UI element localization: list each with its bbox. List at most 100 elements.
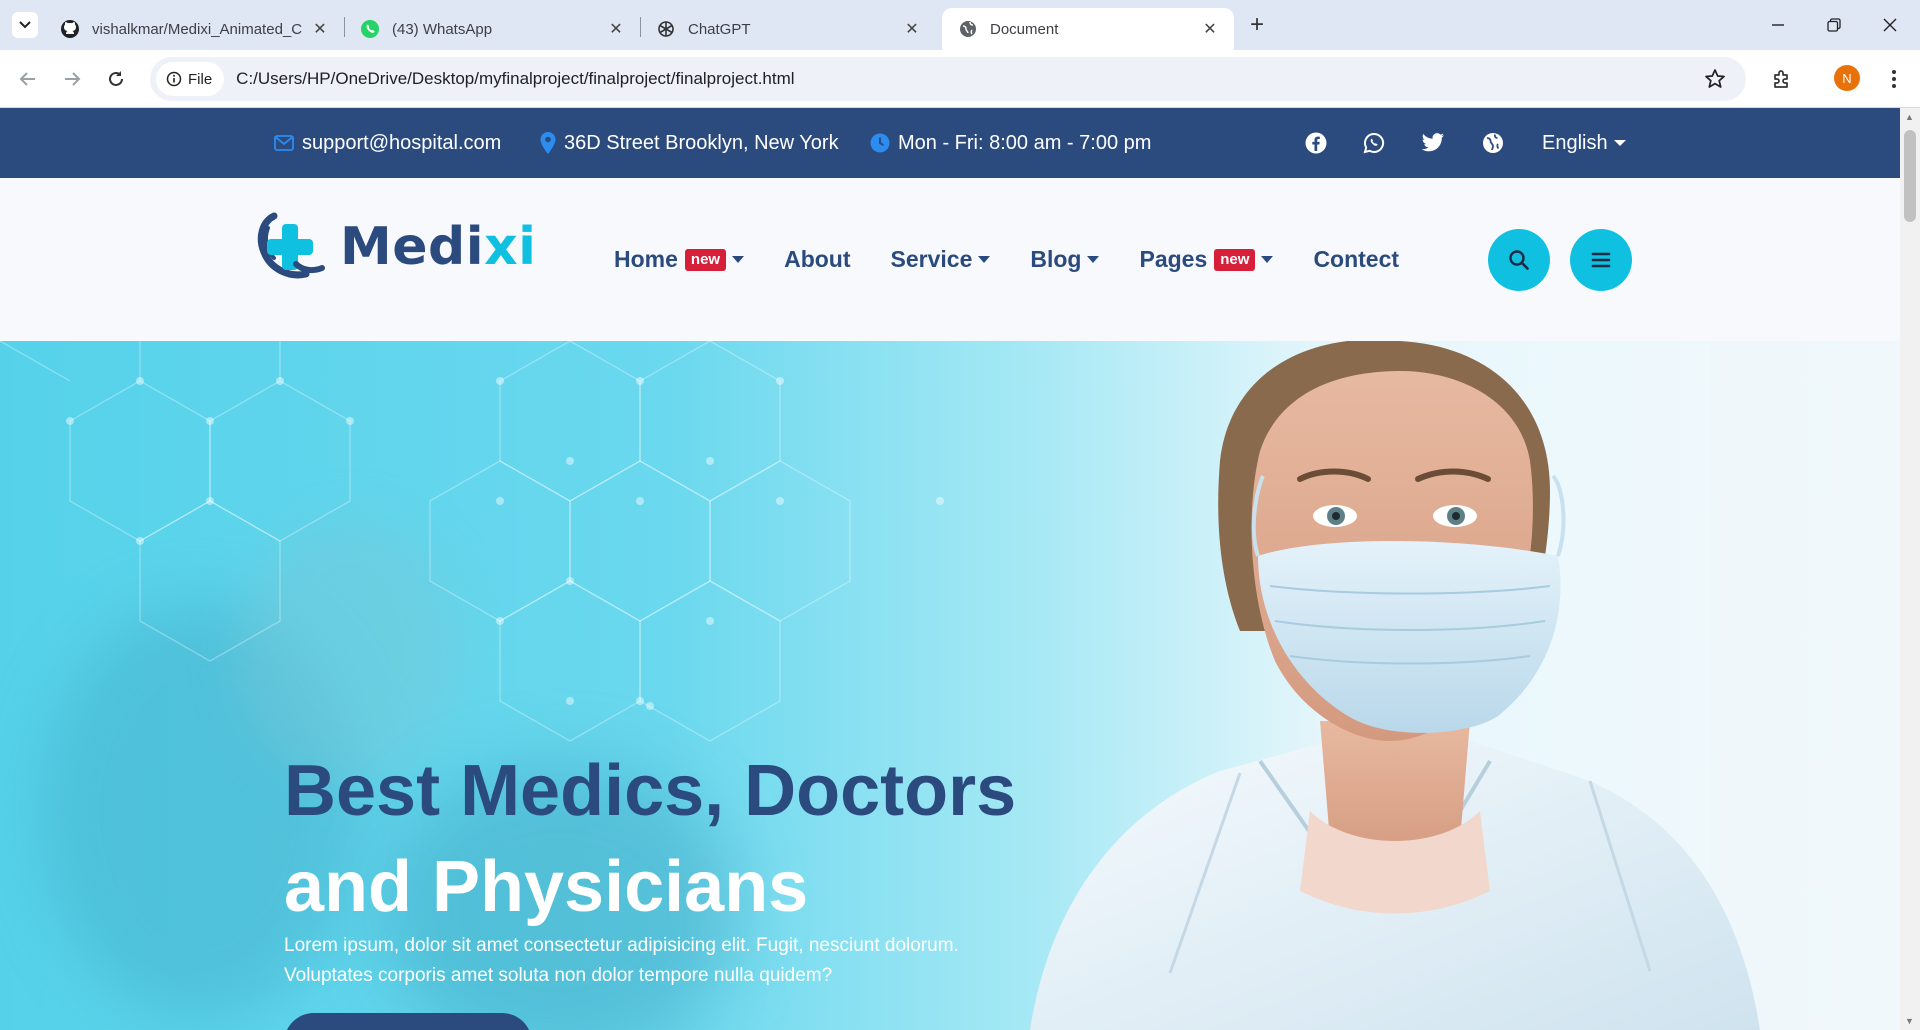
- chatgpt-icon: [656, 19, 676, 39]
- language-label: English: [1542, 131, 1608, 154]
- close-window-button[interactable]: [1862, 8, 1918, 42]
- hero-title-line2: and Physicians: [284, 847, 809, 927]
- tab-title: ChatGPT: [688, 20, 751, 38]
- chevron-down-icon: [19, 21, 31, 29]
- close-icon: [1883, 18, 1897, 32]
- arrow-right-icon: [65, 72, 81, 86]
- new-badge: new: [1214, 248, 1256, 271]
- nav-item-service[interactable]: Service: [891, 246, 991, 273]
- bookmark-star-icon[interactable]: [1704, 68, 1726, 95]
- clock-icon: [870, 133, 890, 153]
- close-tab-icon[interactable]: ✕: [310, 19, 330, 39]
- contact-email[interactable]: support@hospital.com: [274, 108, 501, 178]
- hero-section: Best Medics, Doctors and Physicians Lore…: [0, 341, 1900, 1030]
- nav-item-about[interactable]: About: [784, 246, 850, 273]
- url-text[interactable]: C:/Users/HP/OneDrive/Desktop/myfinalproj…: [236, 69, 794, 89]
- nav-label: Service: [890, 246, 973, 272]
- logo-text-accent: xi: [484, 217, 537, 277]
- site-header: Medixi Home new About Service Blog Pages…: [0, 178, 1900, 341]
- site-info-chip[interactable]: File: [156, 62, 225, 96]
- nav-label: Home: [614, 246, 678, 272]
- extensions-button[interactable]: [1766, 63, 1798, 95]
- envelope-icon: [274, 135, 294, 151]
- browser-tab-github[interactable]: vishalkmar/Medixi_Animated_C ✕: [44, 8, 344, 50]
- nav-item-contact[interactable]: Contect: [1313, 246, 1399, 273]
- menu-toggle-button[interactable]: [1570, 229, 1632, 291]
- reload-icon: [109, 71, 123, 86]
- nav-label: About: [784, 246, 851, 272]
- hero-title-line1: Best Medics, Doctors: [284, 751, 1017, 831]
- tab-title: Document: [990, 20, 1059, 38]
- reload-button[interactable]: [100, 63, 132, 95]
- language-select[interactable]: English: [1542, 108, 1626, 178]
- doctor-photo: [1030, 341, 1900, 1030]
- address-text: 36D Street Brooklyn, New York: [564, 131, 839, 154]
- arrow-left-icon: [19, 72, 35, 86]
- globe-icon: [958, 19, 978, 39]
- scrollbar-thumb[interactable]: [1904, 130, 1916, 222]
- nav-item-blog[interactable]: Blog: [1030, 246, 1100, 273]
- github-icon: [60, 19, 80, 39]
- search-button[interactable]: [1488, 229, 1550, 291]
- logo-wordmark: Medixi: [340, 217, 536, 277]
- tab-title: (43) WhatsApp: [392, 20, 493, 38]
- caret-down-icon: [1613, 140, 1626, 146]
- hero-title: Best Medics, Doctors and Physicians: [284, 743, 1016, 935]
- close-tab-icon[interactable]: ✕: [1200, 19, 1220, 39]
- globe-icon[interactable]: [1481, 131, 1505, 155]
- site-info-label: File: [188, 70, 213, 88]
- opening-hours: Mon - Fri: 8:00 am - 7:00 pm: [870, 108, 1151, 178]
- close-tab-icon[interactable]: ✕: [606, 19, 626, 39]
- minimize-button[interactable]: [1750, 8, 1806, 42]
- new-tab-button[interactable]: +: [1244, 11, 1270, 38]
- nav-label: Blog: [1030, 246, 1082, 272]
- hours-text: Mon - Fri: 8:00 am - 7:00 pm: [898, 131, 1152, 154]
- site-logo[interactable]: Medixi: [256, 208, 536, 286]
- restore-button[interactable]: [1806, 8, 1862, 42]
- facebook-icon[interactable]: [1304, 131, 1328, 155]
- location-pin-icon: [540, 132, 556, 154]
- hero-description: Lorem ipsum, dolor sit amet consectetur …: [284, 935, 959, 986]
- tab-search-button[interactable]: [12, 12, 38, 38]
- scroll-up-arrow-icon[interactable]: ▲: [1905, 112, 1914, 122]
- medical-cross-logo-icon: [257, 212, 325, 279]
- browser-tab-chatgpt[interactable]: ChatGPT ✕: [640, 8, 936, 50]
- caret-down-icon: [1261, 256, 1274, 263]
- caret-down-icon: [732, 256, 745, 263]
- restore-icon: [1827, 18, 1841, 32]
- caret-down-icon: [1087, 256, 1100, 263]
- top-info-bar: support@hospital.com 36D Street Brooklyn…: [0, 108, 1900, 178]
- nav-item-pages[interactable]: Pages new: [1139, 246, 1274, 273]
- logo-text-main: Medi: [340, 217, 485, 277]
- contact-address: 36D Street Brooklyn, New York: [540, 108, 839, 178]
- twitter-icon[interactable]: [1421, 131, 1445, 155]
- nav-label: Pages: [1139, 246, 1208, 272]
- main-nav: Home new About Service Blog Pages new Co…: [614, 178, 1439, 341]
- page-viewport: support@hospital.com 36D Street Brooklyn…: [0, 108, 1900, 1030]
- nav-item-home[interactable]: Home new: [614, 246, 745, 273]
- puzzle-icon: [1774, 70, 1788, 88]
- forward-button[interactable]: [56, 63, 88, 95]
- whatsapp-icon: [360, 19, 380, 39]
- browser-tab-document[interactable]: Document ✕: [942, 8, 1234, 50]
- hero-cta-button[interactable]: [284, 1013, 532, 1030]
- page-scrollbar[interactable]: ▲ ▼: [1900, 108, 1920, 1030]
- browser-tabstrip: vishalkmar/Medixi_Animated_C ✕ (43) What…: [0, 0, 1920, 50]
- whatsapp-icon[interactable]: [1362, 131, 1386, 155]
- email-text: support@hospital.com: [302, 131, 502, 154]
- browser-menu-button[interactable]: [1878, 63, 1910, 95]
- hamburger-icon: [1591, 252, 1611, 268]
- browser-toolbar: File C:/Users/HP/OneDrive/Desktop/myfina…: [0, 50, 1920, 108]
- caret-down-icon: [978, 256, 991, 263]
- more-vertical-icon: [1892, 70, 1896, 88]
- nav-label: Contect: [1313, 246, 1400, 272]
- minimize-icon: [1772, 24, 1784, 26]
- profile-avatar[interactable]: N: [1834, 65, 1860, 91]
- browser-tab-whatsapp[interactable]: (43) WhatsApp ✕: [344, 8, 640, 50]
- back-button[interactable]: [12, 63, 44, 95]
- scroll-down-arrow-icon[interactable]: ▼: [1905, 1016, 1914, 1026]
- tab-title: vishalkmar/Medixi_Animated_C: [92, 20, 303, 38]
- address-bar[interactable]: File C:/Users/HP/OneDrive/Desktop/myfina…: [150, 57, 1746, 101]
- info-icon: [166, 71, 182, 87]
- close-tab-icon[interactable]: ✕: [902, 19, 922, 39]
